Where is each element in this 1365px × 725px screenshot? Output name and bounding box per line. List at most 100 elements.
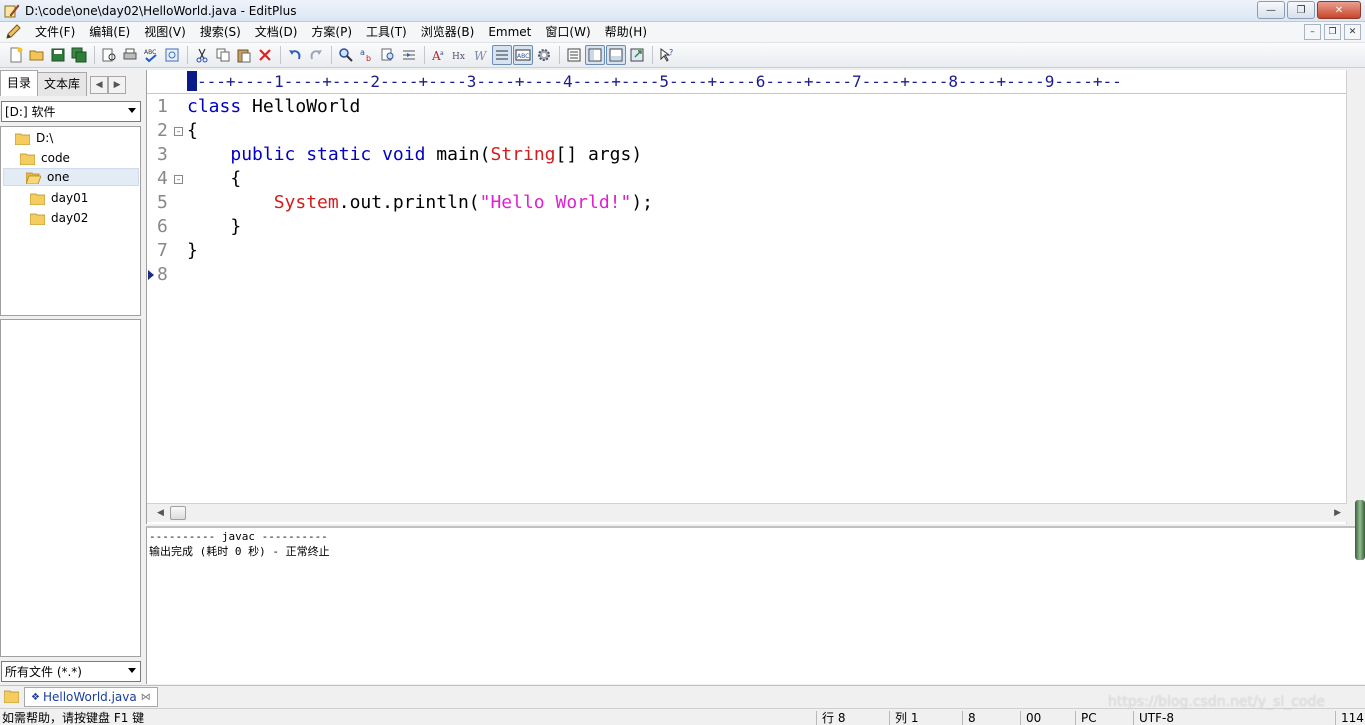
doc-close-button[interactable]: ✕ (1344, 24, 1361, 40)
cliptext-window-icon[interactable] (585, 45, 605, 65)
status-bar: 如需帮助，请按键盘 F1 键 行 8 列 1 8 00 PC UTF-8 114 (0, 708, 1365, 725)
tree-item-d-drive[interactable]: D:\ (15, 129, 53, 147)
status-encoding[interactable]: UTF-8 (1139, 710, 1174, 725)
doc-restore-button[interactable]: ❐ (1324, 24, 1341, 40)
goto-line-icon[interactable] (399, 45, 419, 65)
directory-window-icon[interactable] (564, 45, 584, 65)
dropdown-arrow-icon (128, 668, 136, 673)
toolbar-separator (280, 46, 281, 64)
close-tab-icon[interactable]: ⋈ (141, 692, 151, 703)
line-number: 3 (157, 144, 168, 165)
menu-search[interactable]: 搜索(S) (193, 22, 248, 42)
code-line-4: { (187, 167, 241, 191)
tab-directory[interactable]: 目录 (0, 70, 39, 96)
print-icon[interactable] (120, 45, 140, 65)
tree-item-day01[interactable]: day01 (30, 189, 88, 207)
code-token: { (187, 168, 242, 189)
code-line-6: } (187, 215, 241, 239)
cut-icon[interactable] (192, 45, 212, 65)
output-window[interactable]: ---------- javac ---------- 输出完成 (耗时 0 秒… (146, 500, 1365, 684)
menu-project[interactable]: 方案(P) (304, 22, 359, 42)
editplus-app-icon[interactable] (4, 3, 20, 19)
find-icon[interactable] (336, 45, 356, 65)
menu-browser[interactable]: 浏览器(B) (414, 22, 482, 42)
menu-view[interactable]: 视图(V) (137, 22, 193, 42)
line-number: 5 (157, 192, 168, 213)
undo-icon[interactable] (285, 45, 305, 65)
menu-emmet[interactable]: Emmet (481, 22, 538, 42)
scrollbar-thumb[interactable] (170, 506, 186, 520)
maximize-button[interactable]: ❐ (1287, 1, 1315, 19)
scroll-right-arrow-icon[interactable]: ▶ (1334, 508, 1341, 518)
line-number: 7 (157, 240, 168, 261)
toolbar-separator (559, 46, 560, 64)
tree-item-one[interactable]: one (3, 168, 139, 186)
find-in-files-icon[interactable] (378, 45, 398, 65)
font-icon[interactable]: Aa (429, 45, 449, 65)
type-token: System (273, 192, 339, 213)
title-bar: D:\code\one\day02\HelloWorld.java - Edit… (0, 0, 1365, 22)
doc-tab-helloworld[interactable]: ❖ HelloWorld.java ⋈ (24, 687, 158, 707)
save-all-icon[interactable] (69, 45, 89, 65)
folder-icon[interactable] (4, 689, 19, 703)
hex-viewer-icon[interactable]: Hx (450, 45, 470, 65)
splitter-grip-icon[interactable] (1355, 500, 1365, 560)
open-folder-icon[interactable] (27, 45, 47, 65)
fold-toggle-icon[interactable]: – (174, 175, 183, 184)
code-area[interactable]: class HelloWorld { public static void ma… (187, 95, 1337, 505)
tab-scroll-left-icon[interactable]: ◀ (90, 76, 109, 94)
redo-icon[interactable] (306, 45, 326, 65)
new-file-icon[interactable] (6, 45, 26, 65)
vertical-scrollbar[interactable] (1346, 70, 1365, 524)
menu-tools[interactable]: 工具(T) (359, 22, 414, 42)
tab-cliptext[interactable]: 文本库 (37, 72, 88, 96)
code-line-2: { (187, 119, 198, 143)
file-list[interactable] (0, 319, 141, 657)
horizontal-scrollbar[interactable]: ◀ ▶ (147, 503, 1347, 522)
status-separator (816, 711, 817, 725)
paste-icon[interactable] (234, 45, 254, 65)
fold-toggle-icon[interactable]: – (174, 127, 183, 136)
line-number-toggle-icon[interactable] (492, 45, 512, 65)
settings-gear-icon[interactable] (534, 45, 554, 65)
doc-minimize-button[interactable]: – (1304, 24, 1321, 40)
line-number: 8 (157, 264, 168, 285)
copy-icon[interactable] (213, 45, 233, 65)
menu-window[interactable]: 窗口(W) (538, 22, 597, 42)
full-screen-icon[interactable] (627, 45, 647, 65)
drive-select[interactable]: [D:] 软件 (1, 101, 141, 122)
status-separator (962, 711, 963, 725)
code-line-7: } (187, 239, 198, 263)
tree-item-label: code (41, 151, 70, 165)
tree-item-code[interactable]: code (20, 149, 70, 167)
word-wrap-icon[interactable]: W (471, 45, 491, 65)
output-window-icon[interactable] (606, 45, 626, 65)
menu-file[interactable]: 文件(F) (28, 22, 82, 42)
menu-help[interactable]: 帮助(H) (598, 22, 654, 42)
status-row: 行 8 (822, 711, 846, 725)
open-folder-icon (26, 172, 41, 184)
code-editor[interactable]: ---+----1----+----2----+----3----+----4-… (146, 70, 1365, 524)
replace-icon[interactable]: ab (357, 45, 377, 65)
scroll-left-arrow-icon[interactable]: ◀ (157, 508, 164, 518)
tab-scroll-right-icon[interactable]: ▶ (108, 76, 127, 94)
status-code: 00 (1026, 711, 1042, 725)
spell-check-icon[interactable]: ABC (141, 45, 161, 65)
menu-edit[interactable]: 编辑(E) (82, 22, 137, 42)
save-icon[interactable] (48, 45, 68, 65)
minimize-button[interactable]: — (1257, 1, 1285, 19)
delete-icon[interactable] (255, 45, 275, 65)
browser-preview-icon[interactable] (162, 45, 182, 65)
status-separator (1335, 711, 1336, 725)
status-separator (1075, 711, 1076, 725)
menu-document[interactable]: 文档(D) (248, 22, 305, 42)
ruler-toggle-icon[interactable]: ABC (513, 45, 533, 65)
svg-text:Hx: Hx (452, 52, 465, 62)
close-button[interactable]: ✕ (1317, 1, 1361, 19)
tree-item-day02[interactable]: day02 (30, 209, 88, 227)
help-pointer-icon[interactable]: ? (657, 45, 677, 65)
tree-item-label: one (47, 170, 70, 184)
print-preview-icon[interactable] (99, 45, 119, 65)
file-filter-select[interactable]: 所有文件 (*.*) (1, 661, 141, 682)
